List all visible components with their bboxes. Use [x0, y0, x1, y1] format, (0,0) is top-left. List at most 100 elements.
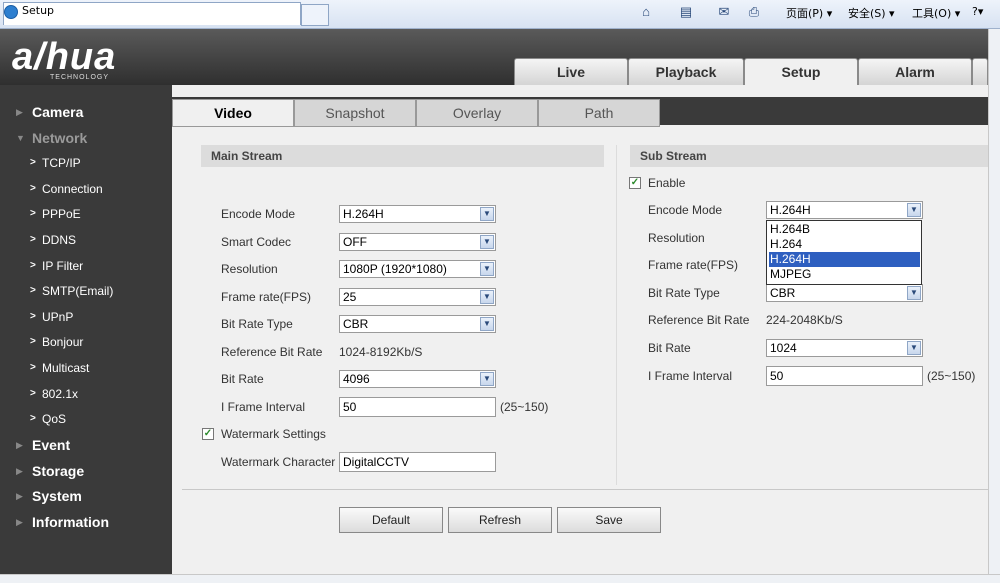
dropdown-option-mjpeg[interactable]: MJPEG	[769, 267, 920, 282]
chevron-down-icon[interactable]: ▼	[907, 203, 921, 217]
tab-alarm[interactable]: Alarm	[858, 58, 972, 86]
main-encode-mode-select[interactable]: H.264H ▼	[339, 205, 496, 223]
watermark-character-input[interactable]: DigitalCCTV	[339, 452, 496, 472]
watermark-character-label: Watermark Character	[221, 455, 336, 469]
ie-icon	[4, 5, 18, 19]
dropdown-option-h264h[interactable]: H.264H	[769, 252, 920, 267]
dropdown-option-h264[interactable]: H.264	[769, 237, 920, 252]
feeds-icon[interactable]: ▤	[678, 4, 694, 20]
bit-rate-label: Bit Rate	[221, 372, 264, 386]
chevron-right-icon: >	[30, 413, 36, 424]
sub-i-frame-interval-label: I Frame Interval	[648, 369, 733, 383]
sidebar-item-information[interactable]: Information	[32, 514, 109, 530]
chevron-down-icon[interactable]: ▼	[480, 235, 494, 249]
column-divider	[616, 145, 617, 485]
sub-encode-mode-select[interactable]: H.264H ▼	[766, 201, 923, 219]
new-tab-button[interactable]	[301, 4, 329, 26]
sidebar-item-bonjour[interactable]: Bonjour	[42, 335, 83, 349]
chevron-down-icon[interactable]: ▼	[480, 372, 494, 386]
main-resolution-select[interactable]: 1080P (1920*1080) ▼	[339, 260, 496, 278]
i-frame-interval-label: I Frame Interval	[221, 400, 306, 414]
sidebar-item-pppoe[interactable]: PPPoE	[42, 207, 81, 221]
main-bit-rate-value: 4096	[343, 372, 370, 386]
smart-codec-value: OFF	[343, 235, 367, 249]
tab-playback[interactable]: Playback	[628, 58, 744, 86]
watermark-settings-label: Watermark Settings	[221, 427, 326, 441]
main-i-frame-hint: (25~150)	[500, 400, 549, 414]
sidebar-item-event[interactable]: Event	[32, 437, 70, 453]
sub-encode-mode-value: H.264H	[770, 203, 811, 217]
collapse-arrow-icon: ▼	[16, 133, 25, 143]
tab-snapshot[interactable]: Snapshot	[294, 99, 416, 127]
tab-live[interactable]: Live	[514, 58, 628, 86]
main-stream-header: Main Stream	[201, 145, 604, 167]
encode-mode-label: Encode Mode	[221, 207, 296, 221]
chevron-down-icon[interactable]: ▼	[907, 341, 921, 355]
main-i-frame-interval-input[interactable]: 50	[339, 397, 496, 417]
sidebar	[0, 85, 172, 574]
vertical-scrollbar[interactable]	[988, 29, 1000, 574]
chevron-down-icon[interactable]: ▼	[480, 262, 494, 276]
enable-checkbox[interactable]: ✓	[629, 177, 641, 189]
expand-arrow-icon: ▶	[16, 517, 23, 527]
chevron-right-icon: >	[30, 285, 36, 296]
main-frame-rate-value: 25	[343, 290, 357, 304]
smart-codec-select[interactable]: OFF ▼	[339, 233, 496, 251]
sub-resolution-label: Resolution	[648, 231, 705, 245]
help-menu[interactable]: ?▾	[972, 5, 983, 18]
main-resolution-value: 1080P (1920*1080)	[343, 262, 447, 276]
sub-frame-rate-label: Frame rate(FPS)	[648, 258, 739, 272]
main-bit-rate-select[interactable]: 4096 ▼	[339, 370, 496, 388]
sidebar-item-8021x[interactable]: 802.1x	[42, 387, 78, 401]
sub-i-frame-interval-input[interactable]: 50	[766, 366, 923, 386]
main-frame-rate-select[interactable]: 25 ▼	[339, 288, 496, 306]
sub-encode-mode-label: Encode Mode	[648, 203, 723, 217]
dropdown-option-h264b[interactable]: H.264B	[769, 222, 920, 237]
sidebar-item-storage[interactable]: Storage	[32, 463, 84, 479]
sub-i-frame-hint: (25~150)	[927, 369, 976, 383]
sub-bit-rate-value: 1024	[770, 341, 797, 355]
sidebar-item-camera[interactable]: Camera	[32, 104, 83, 120]
sidebar-item-upnp[interactable]: UPnP	[42, 310, 73, 324]
chevron-down-icon[interactable]: ▼	[480, 290, 494, 304]
chevron-right-icon: >	[30, 157, 36, 168]
main-bit-rate-type-value: CBR	[343, 317, 369, 331]
chevron-down-icon[interactable]: ▼	[480, 317, 494, 331]
safety-menu[interactable]: 安全(S) ▾	[848, 5, 895, 21]
page-menu[interactable]: 页面(P) ▾	[786, 5, 832, 21]
sidebar-item-multicast[interactable]: Multicast	[42, 361, 89, 375]
main-encode-mode-value: H.264H	[343, 207, 384, 221]
tools-menu[interactable]: 工具(O) ▾	[912, 5, 960, 21]
main-bit-rate-type-select[interactable]: CBR ▼	[339, 315, 496, 333]
save-button[interactable]: Save	[557, 507, 661, 533]
tab-setup[interactable]: Setup	[744, 58, 858, 86]
sub-bit-rate-type-select[interactable]: CBR ▼	[766, 284, 923, 302]
refresh-button[interactable]: Refresh	[448, 507, 552, 533]
sidebar-item-system[interactable]: System	[32, 488, 82, 504]
watermark-checkbox[interactable]: ✓	[202, 428, 214, 440]
sidebar-item-tcpip[interactable]: TCP/IP	[42, 156, 81, 170]
sidebar-item-ipfilter[interactable]: IP Filter	[42, 259, 83, 273]
chevron-down-icon[interactable]: ▼	[907, 286, 921, 300]
tab-overlay[interactable]: Overlay	[416, 99, 538, 127]
sub-bit-rate-select[interactable]: 1024 ▼	[766, 339, 923, 357]
tab-video[interactable]: Video	[172, 99, 294, 127]
frame-rate-label: Frame rate(FPS)	[221, 290, 312, 304]
chevron-right-icon: >	[30, 208, 36, 219]
print-icon[interactable]: ⎙	[746, 4, 762, 20]
tab-path[interactable]: Path	[538, 99, 660, 127]
sidebar-item-network[interactable]: Network	[32, 130, 87, 146]
mail-icon[interactable]: ✉	[716, 4, 732, 20]
tab-more[interactable]	[972, 58, 988, 86]
encode-mode-dropdown-list: H.264B H.264 H.264H MJPEG	[766, 220, 922, 285]
chevron-right-icon: >	[30, 362, 36, 373]
main-reference-bit-rate-value: 1024-8192Kb/S	[339, 345, 423, 359]
sidebar-item-smtp[interactable]: SMTP(Email)	[42, 284, 113, 298]
sidebar-item-connection[interactable]: Connection	[42, 182, 103, 196]
sidebar-item-qos[interactable]: QoS	[42, 412, 66, 426]
sub-bit-rate-type-value: CBR	[770, 286, 796, 300]
home-icon[interactable]: ⌂	[638, 4, 654, 20]
default-button[interactable]: Default	[339, 507, 443, 533]
chevron-down-icon[interactable]: ▼	[480, 207, 494, 221]
sidebar-item-ddns[interactable]: DDNS	[42, 233, 76, 247]
